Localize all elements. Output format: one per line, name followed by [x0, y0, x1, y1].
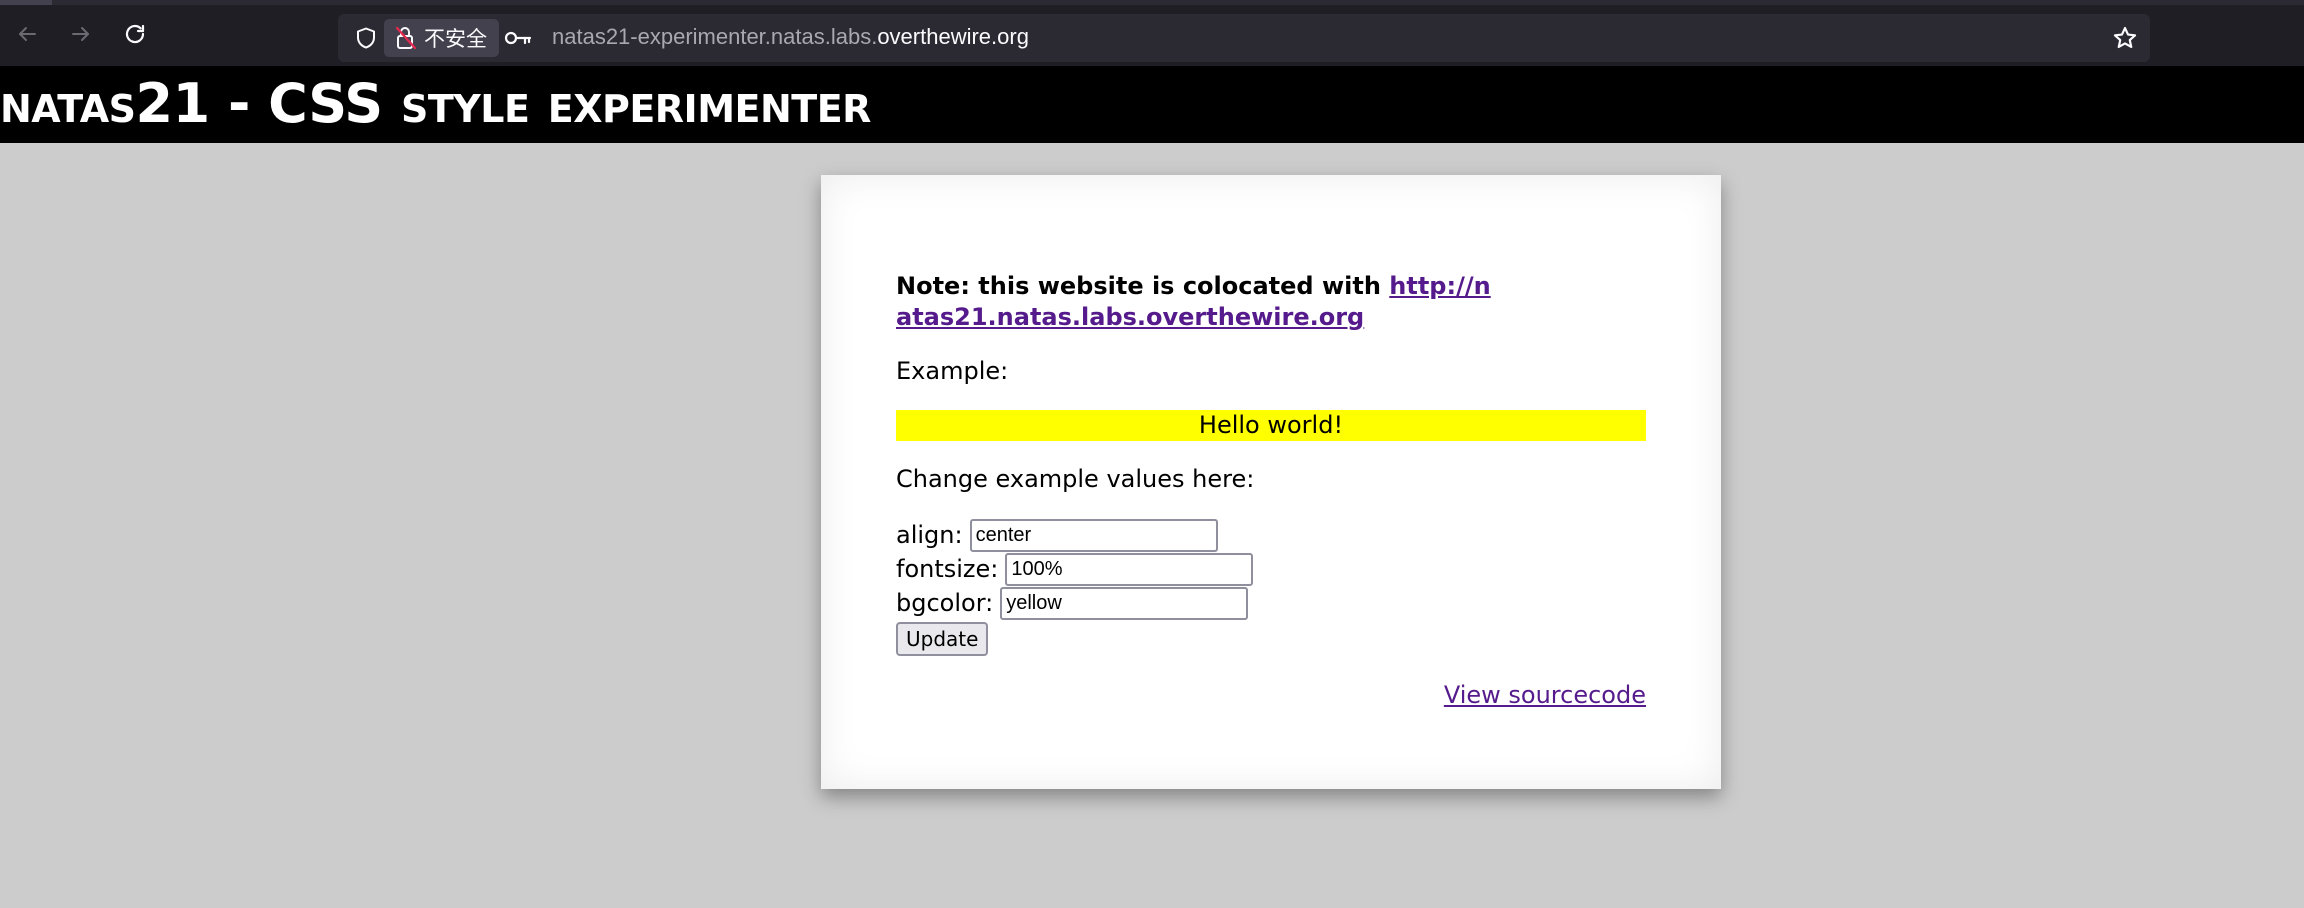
- reload-icon[interactable]: [120, 19, 150, 49]
- insecure-lock-icon: [395, 26, 417, 50]
- bgcolor-label: bgcolor:: [896, 589, 994, 617]
- change-values-label: Change example values here:: [896, 465, 1255, 493]
- security-label: 不安全: [424, 27, 487, 51]
- url-domain: overthewire.org: [877, 24, 1029, 49]
- colocation-note: Note: this website is colocated with htt…: [896, 271, 1496, 333]
- fontsize-row: fontsize:: [896, 552, 1646, 586]
- example-label: Example:: [896, 357, 1009, 385]
- fontsize-label: fontsize:: [896, 555, 999, 583]
- tab-strip-edge: [0, 0, 52, 5]
- browser-toolbar: 不安全 natas21-experimenter.natas.labs.over…: [0, 0, 2304, 66]
- connection-security-button[interactable]: 不安全: [384, 19, 499, 57]
- update-button[interactable]: Update: [896, 622, 989, 656]
- page-header: natas21 - CSS style experimenter: [0, 66, 2304, 143]
- align-input[interactable]: [969, 518, 1218, 552]
- align-label: align:: [896, 521, 963, 549]
- shield-icon[interactable]: [354, 26, 378, 50]
- url-text[interactable]: natas21-experimenter.natas.labs.overthew…: [552, 24, 1029, 50]
- example-preview: Hello world!: [896, 410, 1646, 441]
- url-prefix: natas21-experimenter.natas.labs.: [552, 24, 878, 49]
- view-sourcecode-link[interactable]: View sourcecode: [1444, 681, 1646, 709]
- note-text: Note: this website is colocated with: [896, 272, 1390, 300]
- content-card: Note: this website is colocated with htt…: [821, 175, 1721, 789]
- back-arrow-icon[interactable]: [12, 19, 42, 49]
- align-row: align:: [896, 518, 1646, 552]
- style-form: align: fontsize: bgcolor: Update: [896, 518, 1646, 656]
- key-icon[interactable]: [504, 26, 532, 50]
- address-bar[interactable]: 不安全 natas21-experimenter.natas.labs.over…: [338, 14, 2150, 62]
- forward-arrow-icon[interactable]: [66, 19, 96, 49]
- bookmark-star-icon[interactable]: [2112, 25, 2138, 51]
- bgcolor-row: bgcolor:: [896, 586, 1646, 620]
- bgcolor-input[interactable]: [1000, 586, 1249, 620]
- page-title: natas21 - CSS style experimenter: [0, 72, 871, 135]
- fontsize-input[interactable]: [1005, 552, 1254, 586]
